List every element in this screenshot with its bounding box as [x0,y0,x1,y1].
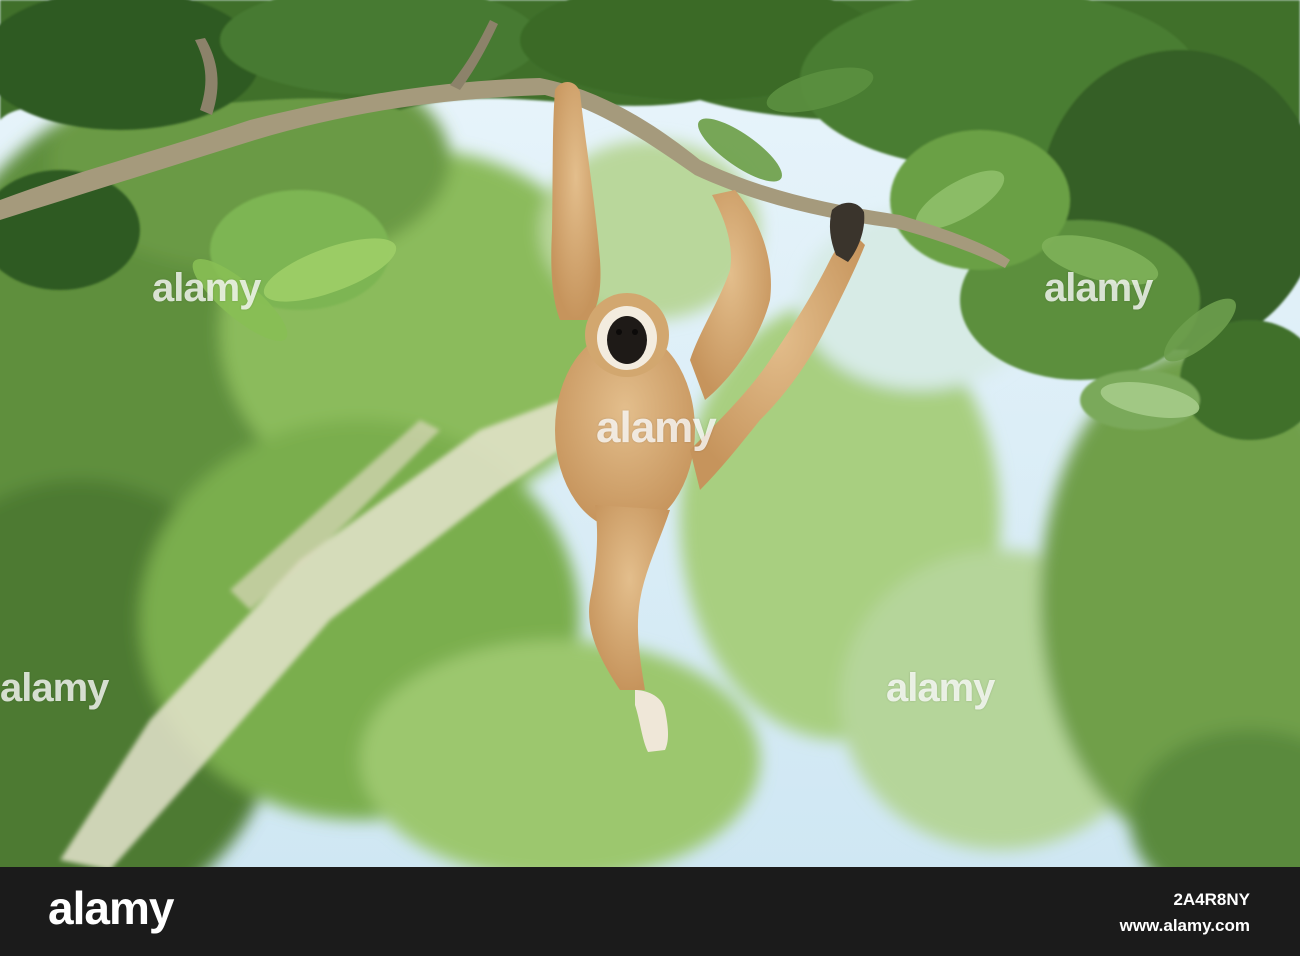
watermark-logo-4: alamy [0,666,109,710]
watermark-logo-2: alamy [596,403,717,452]
watermark-logo-3: alamy [1044,266,1153,310]
watermark-logo-5: alamy [886,666,995,710]
watermark-logo-1: alamy [152,266,261,310]
stock-photo: alamy alamy alamy alamy alamy alamy 2A4R… [0,0,1300,956]
alamy-logo: alamy [48,882,174,934]
image-id: 2A4R8NY [1173,890,1250,909]
site-url: www.alamy.com [1119,916,1250,935]
stock-footer-bar: alamy 2A4R8NY www.alamy.com [0,867,1300,956]
